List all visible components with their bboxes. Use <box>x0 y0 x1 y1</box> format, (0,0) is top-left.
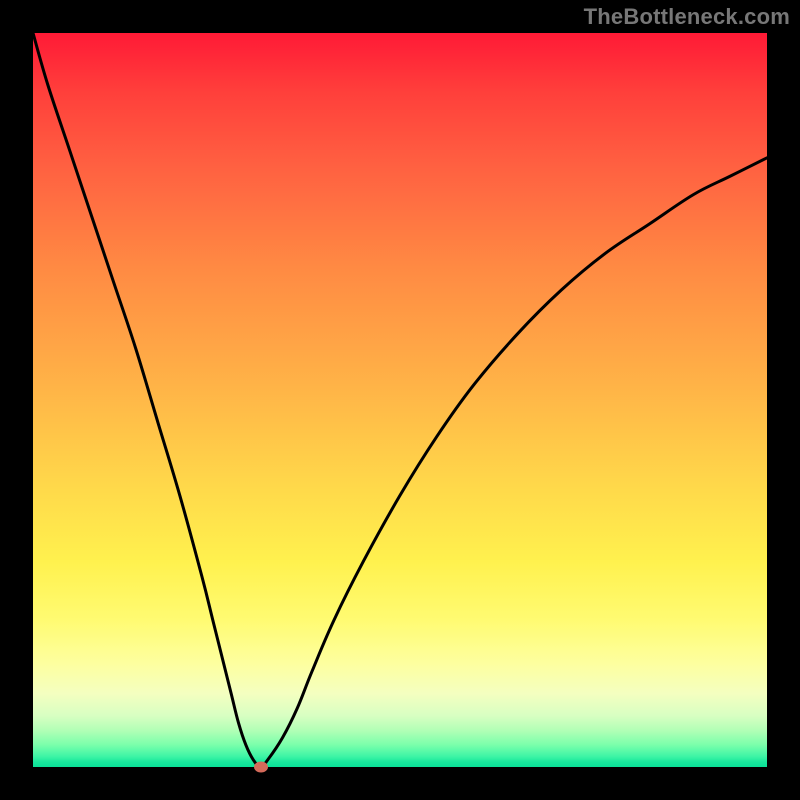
curve-svg <box>33 33 767 767</box>
plot-area <box>33 33 767 767</box>
minimum-marker <box>254 762 268 773</box>
bottleneck-curve <box>33 33 767 767</box>
attribution-text: TheBottleneck.com <box>584 4 790 30</box>
chart-frame: TheBottleneck.com <box>0 0 800 800</box>
